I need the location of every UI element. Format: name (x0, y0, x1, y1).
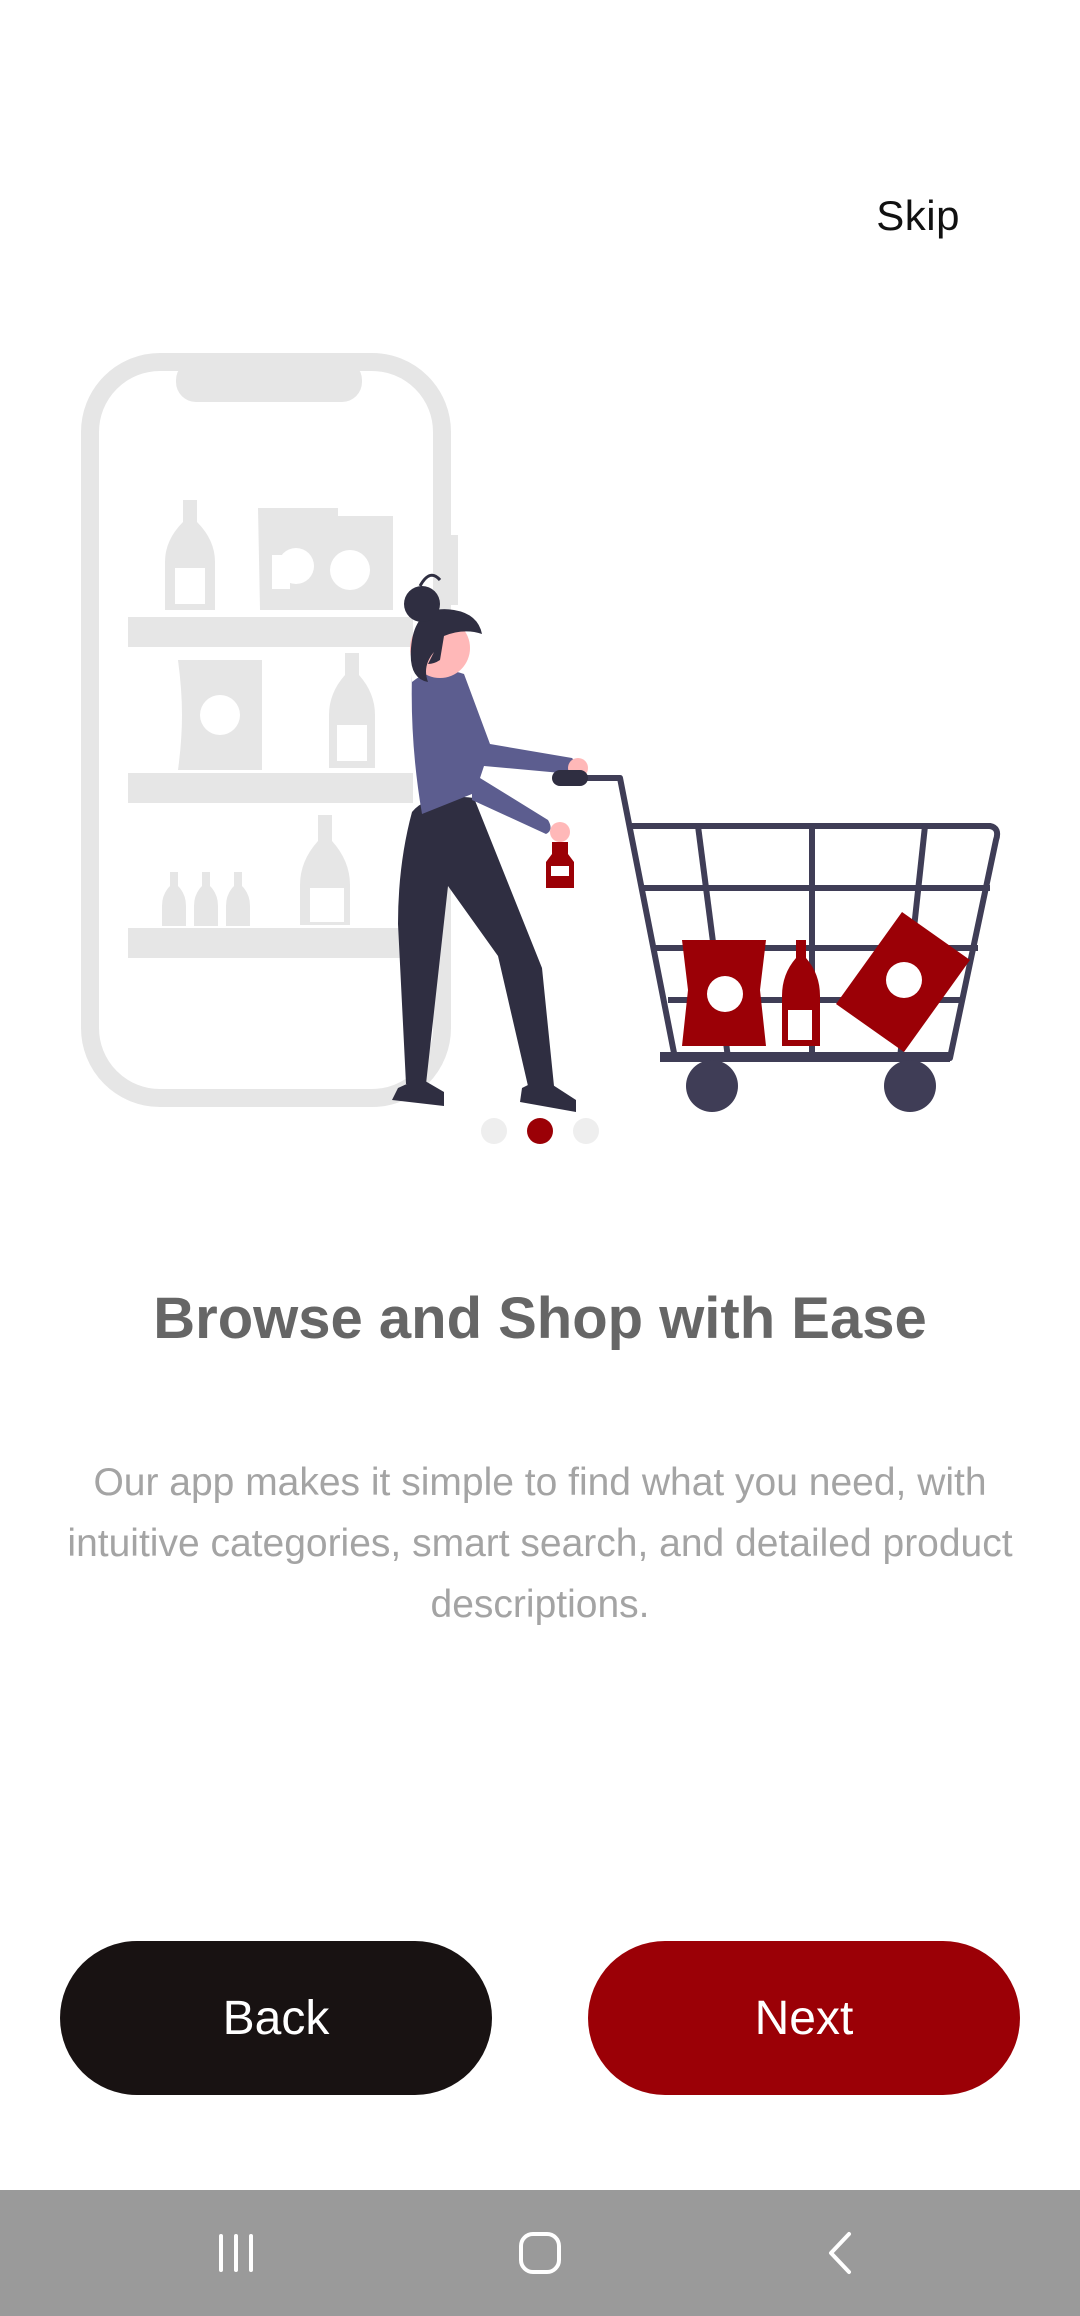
shopper-woman (392, 573, 588, 1112)
onboarding-description: Our app makes it simple to find what you… (67, 1461, 1013, 1626)
shopping-illustration (81, 353, 1001, 1112)
page-dot-3[interactable] (573, 1118, 599, 1144)
back-icon[interactable] (752, 2190, 932, 2316)
page-indicator (0, 1118, 1080, 1148)
back-button[interactable]: Back (60, 1941, 492, 2095)
recent-apps-icon[interactable] (146, 2190, 326, 2316)
onboarding-title: Browse and Shop with Ease (153, 1286, 927, 1351)
page-dot-1[interactable] (481, 1118, 507, 1144)
shopping-cart (560, 775, 1001, 1061)
home-icon[interactable] (450, 2190, 630, 2316)
next-button[interactable]: Next (588, 1941, 1020, 2095)
cart-items (682, 912, 970, 1052)
page-dot-2-active[interactable] (527, 1118, 553, 1144)
cart-wheels (660, 1052, 950, 1112)
skip-button[interactable]: Skip (876, 192, 960, 240)
system-navigation-bar (0, 2190, 1080, 2316)
